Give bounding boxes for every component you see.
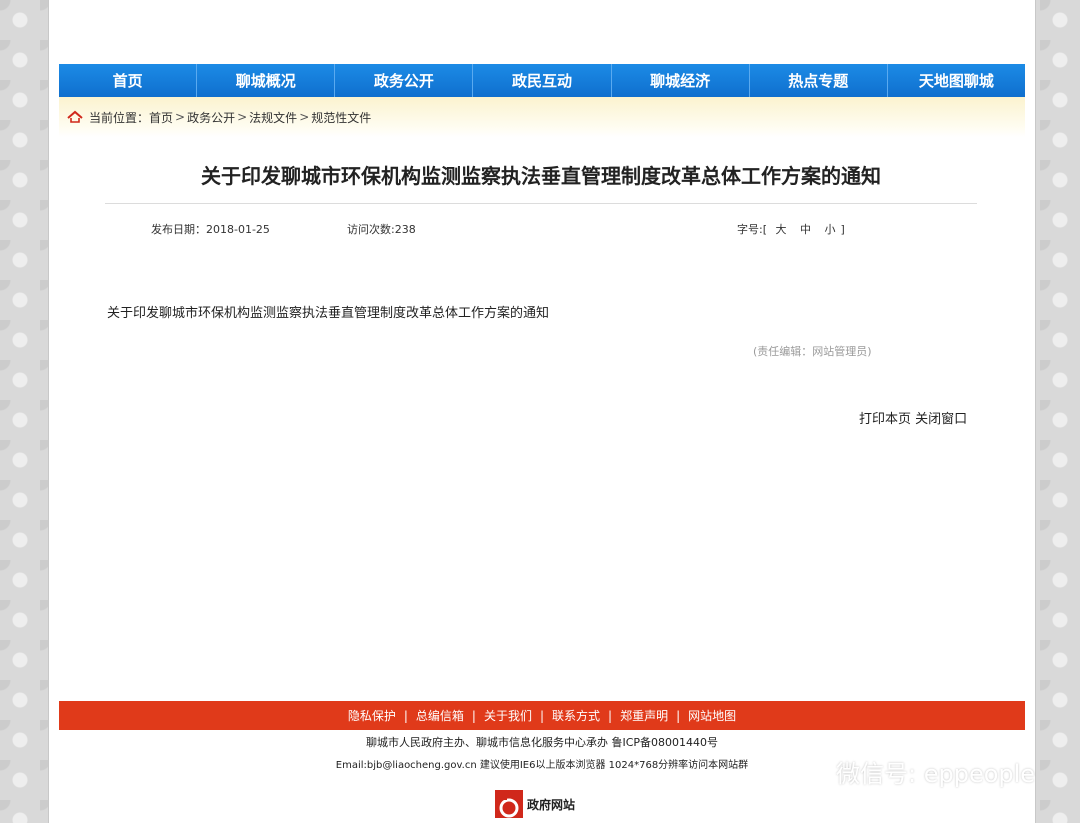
breadcrumb-normative-documents[interactable]: 规范性文件 [311, 109, 371, 126]
footer-separator: | [676, 708, 681, 723]
footer-separator: | [608, 708, 613, 723]
home-icon [67, 110, 83, 123]
responsible-editor: (责任编辑：网站管理员) [753, 345, 872, 358]
wechat-icon [784, 756, 826, 787]
footer-link-sitemap[interactable]: 网站地图 [688, 707, 736, 724]
visit-count: 访问次数:238 [347, 221, 416, 237]
gov-badge-label: 政府网站 [527, 797, 576, 812]
nav-item-map[interactable]: 天地图聊城 [888, 64, 1025, 97]
breadcrumb: 当前位置： 首页 > 政务公开 > 法规文件 > 规范性文件 [59, 97, 1025, 137]
visit-count-label: 访问次数: [347, 223, 395, 236]
publish-date-value: 2018-01-25 [206, 223, 270, 236]
gov-badge-icon [495, 790, 523, 818]
article-title: 关于印发聊城市环保机构监测监察执法垂直管理制度改革总体工作方案的通知 [201, 164, 881, 188]
footer-link-editor-mailbox[interactable]: 总编信箱 [416, 707, 464, 724]
footer-host-info: 聊城市人民政府主办、聊城市信息化服务中心承办 鲁ICP备08001440号 [365, 736, 719, 749]
footer-links: 隐私保护 | 总编信箱 | 关于我们 | 联系方式 | 郑重声明 | 网站地图 [59, 701, 1025, 730]
publish-date: 发布日期：2018-01-25 [151, 221, 270, 237]
font-size-label: 字号: [737, 223, 763, 236]
breadcrumb-prefix: 当前位置： [89, 110, 150, 125]
wechat-watermark-label: 微信号: eppeople [836, 760, 1036, 788]
visit-count-value: 238 [394, 223, 416, 236]
page-container: 首页 聊城概况 政务公开 政民互动 聊城经济 热点专题 天地图聊城 当前位置： … [48, 0, 1036, 823]
article-body: 关于印发聊城市环保机构监测监察执法垂直管理制度改革总体工作方案的通知 [107, 306, 550, 321]
footer-separator: | [539, 708, 545, 723]
publish-date-label: 发布日期： [151, 223, 206, 236]
main-nav: 首页 聊城概况 政务公开 政民互动 聊城经济 热点专题 天地图聊城 [59, 64, 1025, 97]
article-actions: 打印本页 关闭窗口 [859, 408, 967, 427]
breadcrumb-separator: > [237, 110, 248, 124]
print-page-link[interactable]: 打印本页 [859, 412, 911, 427]
nav-item-economy[interactable]: 聊城经济 [612, 64, 750, 97]
gov-website-badge[interactable]: 政府网站 [495, 790, 575, 818]
wechat-watermark: 微信号: eppeople [784, 754, 1035, 789]
footer-link-contact[interactable]: 联系方式 [552, 707, 600, 724]
footer-link-disclaimer[interactable]: 郑重声明 [620, 707, 668, 724]
title-divider [105, 203, 977, 204]
nav-item-home[interactable]: 首页 [59, 64, 198, 97]
breadcrumb-government-affairs[interactable]: 政务公开 [187, 109, 235, 126]
nav-item-government-affairs[interactable]: 政务公开 [335, 64, 474, 97]
breadcrumb-separator: > [175, 110, 186, 124]
font-size-small-button[interactable]: 小 [825, 223, 836, 236]
font-size-control: 字号:[ 大 中 小] [737, 221, 845, 237]
close-window-link[interactable]: 关闭窗口 [915, 412, 967, 427]
breadcrumb-home[interactable]: 首页 [149, 109, 173, 126]
font-size-bracket-open: [ [762, 223, 768, 236]
font-size-medium-button[interactable]: 中 [800, 223, 811, 236]
breadcrumb-regulations[interactable]: 法规文件 [249, 109, 297, 126]
footer-link-about-us[interactable]: 关于我们 [484, 707, 532, 724]
nav-item-hot-topics[interactable]: 热点专题 [750, 64, 888, 97]
footer-separator: | [471, 708, 476, 723]
nav-item-interaction[interactable]: 政民互动 [473, 64, 612, 97]
nav-item-overview[interactable]: 聊城概况 [197, 64, 336, 97]
footer-separator: | [403, 708, 408, 723]
font-size-bracket-close: ] [840, 223, 845, 236]
breadcrumb-separator: > [299, 110, 310, 124]
footer-link-privacy[interactable]: 隐私保护 [348, 707, 396, 724]
font-size-large-button[interactable]: 大 [776, 223, 787, 236]
